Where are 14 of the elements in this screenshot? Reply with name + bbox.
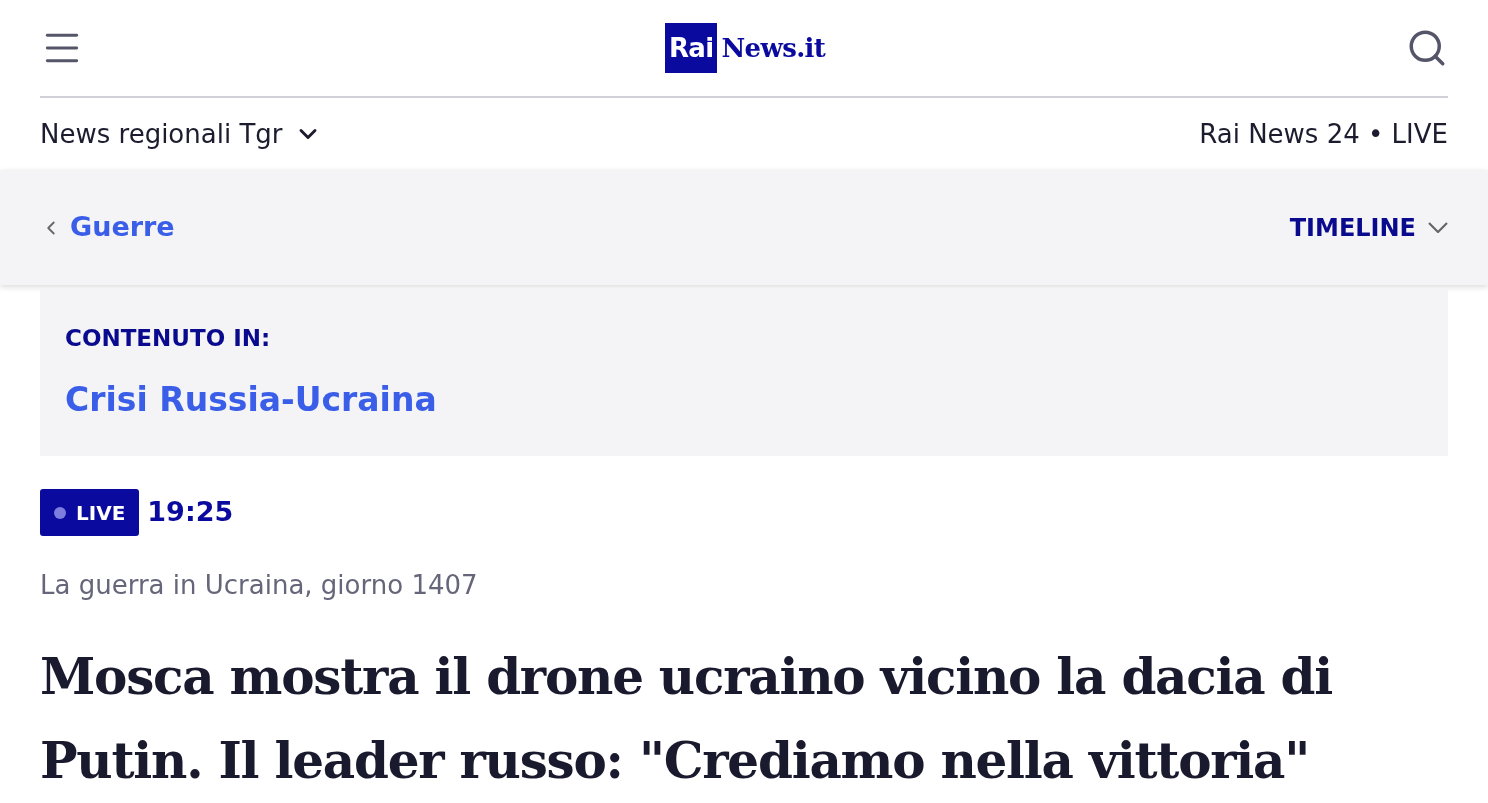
live-badge: LIVE: [40, 489, 140, 536]
topic-link[interactable]: Crisi Russia-Ucraina: [65, 375, 1423, 425]
headline: Mosca mostra il drone ucraino vicino la dacia di Putin. Il leader russo: "Crediamo nella vittoria": [40, 646, 1333, 792]
live-link[interactable]: Rai News 24 • LIVE: [1199, 114, 1448, 154]
regional-news-dropdown[interactable]: News regionali Tgr: [40, 114, 323, 154]
logo-text: News.it: [721, 31, 826, 65]
kicker: La guerra in Ucraina, giorno 1407: [40, 569, 479, 602]
chevron-down-icon: [1428, 222, 1448, 233]
logo[interactable]: Rai News.it: [664, 23, 826, 73]
back-link[interactable]: Guerre: [40, 207, 175, 248]
timeline-dropdown[interactable]: TIMELINE: [1289, 209, 1448, 246]
logo-box: Rai: [664, 23, 718, 73]
contained-in-label: CONTENUTO IN:: [65, 323, 272, 353]
live-time: 19:25: [147, 495, 234, 530]
